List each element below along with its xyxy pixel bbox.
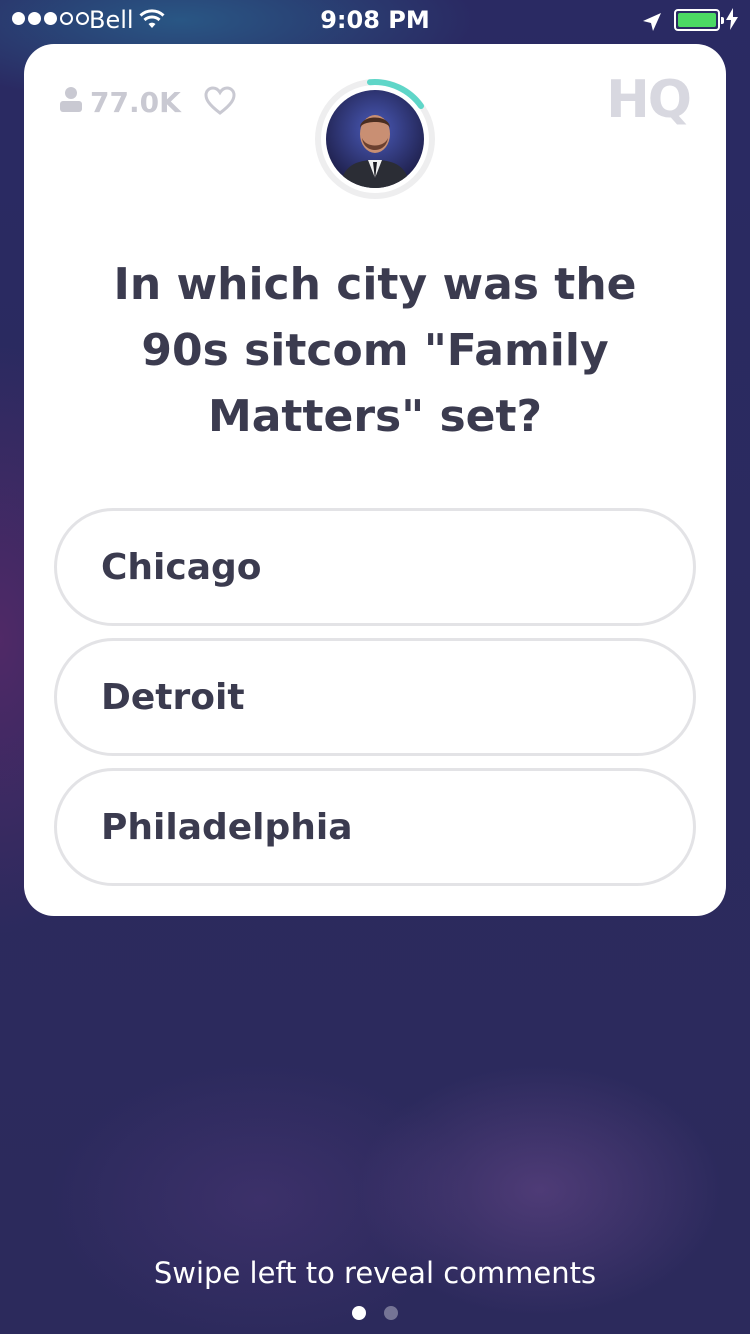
page-indicator[interactable] [0,1306,750,1320]
answer-option[interactable]: Philadelphia [54,768,696,886]
answer-label: Philadelphia [101,806,353,848]
hq-logo: HQ [606,70,692,130]
question-card: 77.0K HQ In which city was the 90s sitco… [24,44,726,916]
location-arrow-icon [642,10,662,38]
viewer-count-label: 77.0K [90,86,181,119]
person-icon [60,86,82,119]
viewer-count: 77.0K [60,86,181,119]
charging-bolt-icon [726,8,738,36]
battery-icon [674,9,724,31]
answer-label: Detroit [101,676,245,718]
answer-option[interactable]: Detroit [54,638,696,756]
heart-icon[interactable] [204,86,236,120]
status-bar: Bell 9:08 PM [0,0,750,40]
page-dot-active [352,1306,366,1320]
host-avatar [326,90,424,188]
answer-option[interactable]: Chicago [54,508,696,626]
clock: 9:08 PM [320,6,430,34]
question-text: In which city was the 90s sitcom "Family… [113,259,637,442]
answer-label: Chicago [101,546,262,588]
page-dot [384,1306,398,1320]
swipe-hint: Swipe left to reveal comments [153,1256,597,1290]
